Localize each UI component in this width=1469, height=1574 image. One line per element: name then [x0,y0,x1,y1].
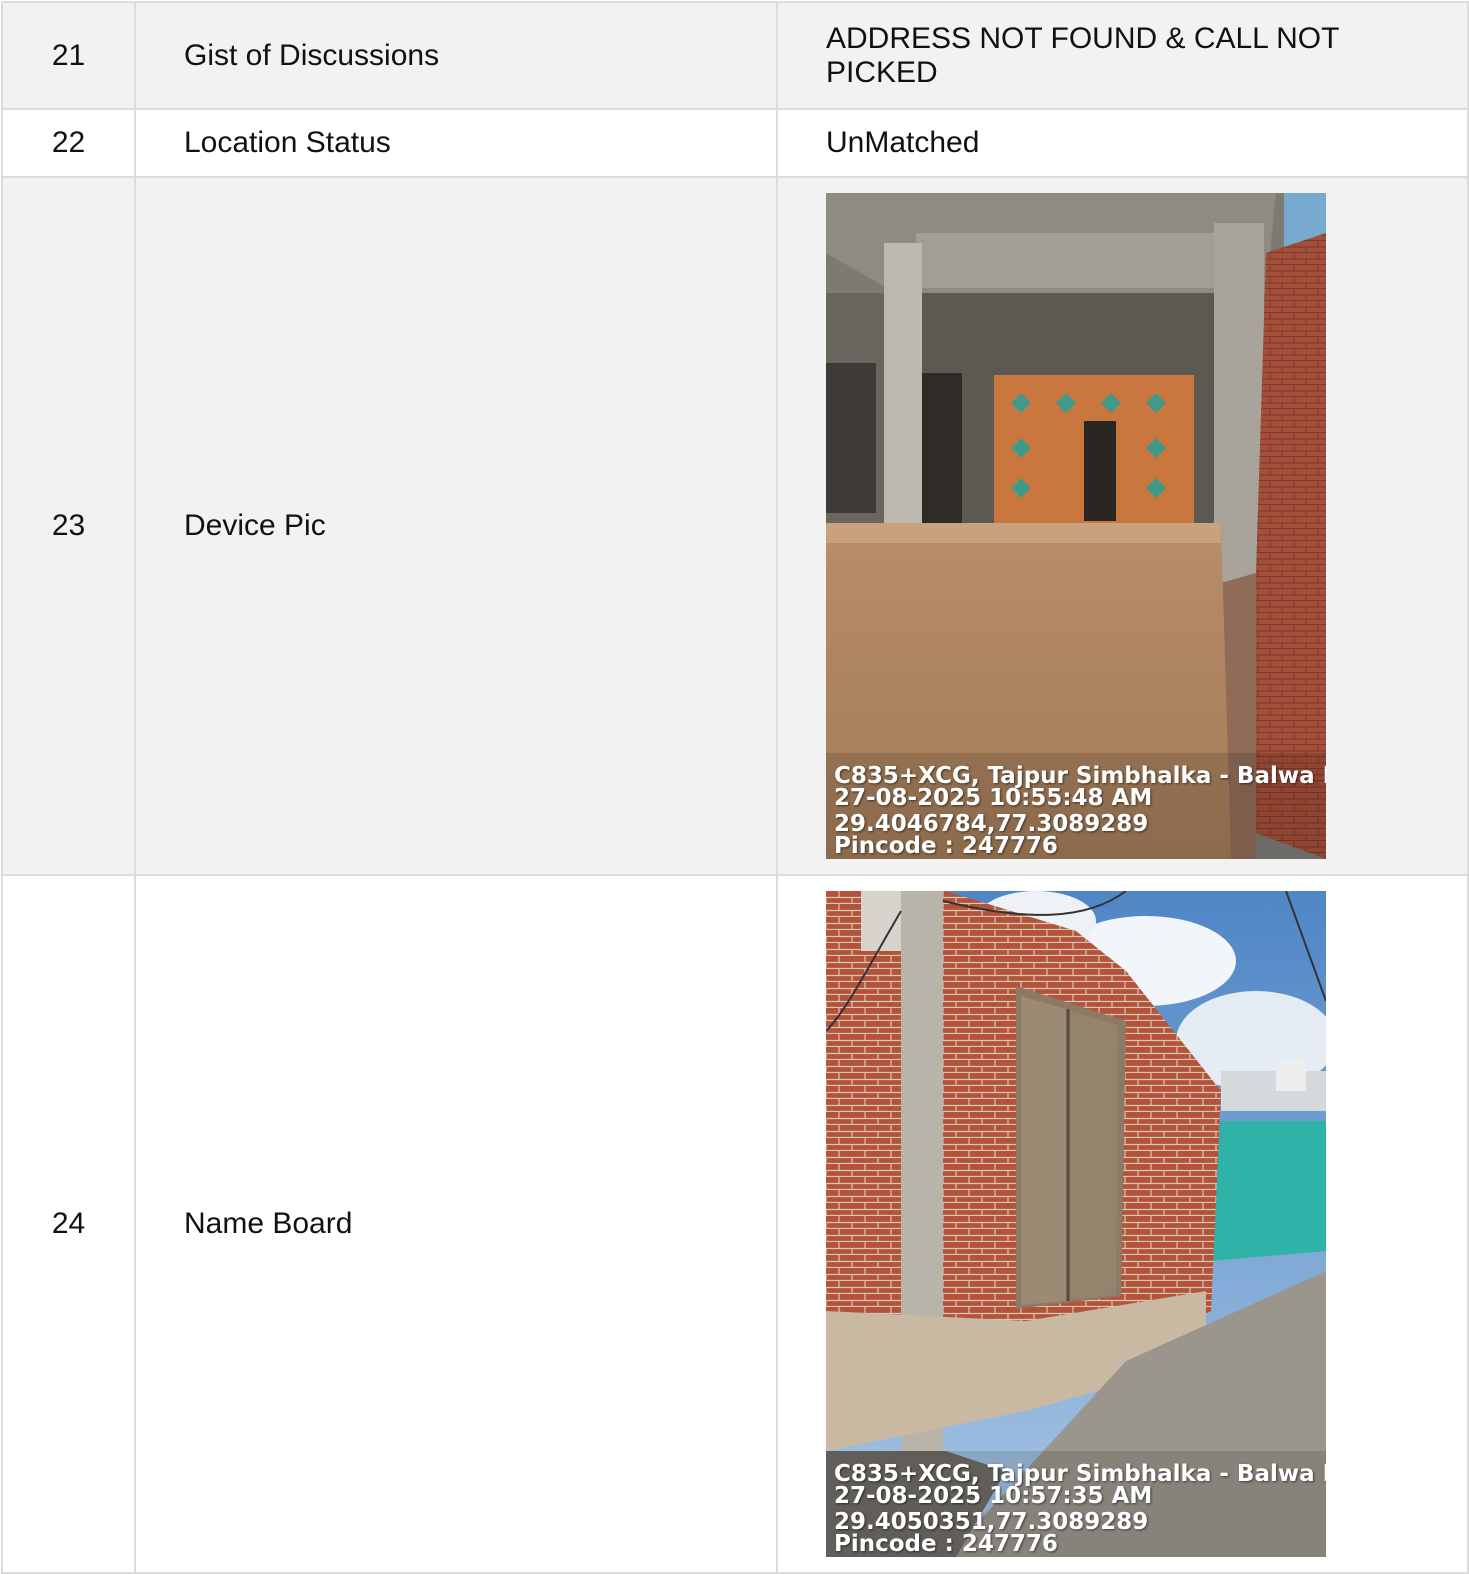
row-value: C835+XCG, Tajpur Simbhalka - Balwa Rd, .… [776,874,1469,1574]
stamp-address: C835+XCG, Tajpur Simbhalka - Balwa Rd, . [834,765,1326,789]
stamp-coords: 29.4046784,77.3089289 [834,811,1149,837]
row-label: Location Status [134,108,778,178]
row-value: C835+XCG, Tajpur Simbhalka - Balwa Rd, .… [776,176,1469,876]
brick-wall-door-photo [826,891,1326,1557]
table-row: 21 Gist of Discussions ADDRESS NOT FOUND… [1,1,1469,110]
row-value: UnMatched [776,108,1469,178]
stamp-datetime: 27-08-2025 10:55:48 AM [834,785,1153,811]
table-row: 24 Name Board C835+XCG, Tajpur Simbhalka… [1,874,1469,1574]
location-status-value: UnMatched [826,126,980,160]
report-table: 21 Gist of Discussions ADDRESS NOT FOUND… [1,1,1469,1574]
device-photo: C835+XCG, Tajpur Simbhalka - Balwa Rd, .… [826,193,1326,859]
stamp-address: C835+XCG, Tajpur Simbhalka - Balwa Rd, . [834,1463,1326,1487]
photo-stamp: C835+XCG, Tajpur Simbhalka - Balwa Rd, .… [834,765,1326,857]
gist-value: ADDRESS NOT FOUND & CALL NOT PICKED [826,21,1339,89]
building-entrance-photo [826,193,1326,859]
table-row: 23 Device Pic C835+XCG, Tajpur Simbhalka… [1,176,1469,876]
photo-stamp: C835+XCG, Tajpur Simbhalka - Balwa Rd, .… [834,1463,1326,1555]
row-number: 23 [1,176,136,876]
row-number: 22 [1,108,136,178]
name-board-photo: C835+XCG, Tajpur Simbhalka - Balwa Rd, .… [826,891,1326,1557]
table-row: 22 Location Status UnMatched [1,108,1469,178]
stamp-datetime: 27-08-2025 10:57:35 AM [834,1483,1153,1509]
stamp-pincode: Pincode : 247776 [834,1531,1058,1556]
stamp-pincode: Pincode : 247776 [834,833,1058,858]
row-value: ADDRESS NOT FOUND & CALL NOT PICKED [776,1,1469,110]
row-number: 24 [1,874,136,1574]
row-label: Device Pic [134,176,778,876]
row-number: 21 [1,1,136,110]
row-label: Name Board [134,874,778,1574]
stamp-coords: 29.4050351,77.3089289 [834,1509,1149,1535]
row-label: Gist of Discussions [134,1,778,110]
